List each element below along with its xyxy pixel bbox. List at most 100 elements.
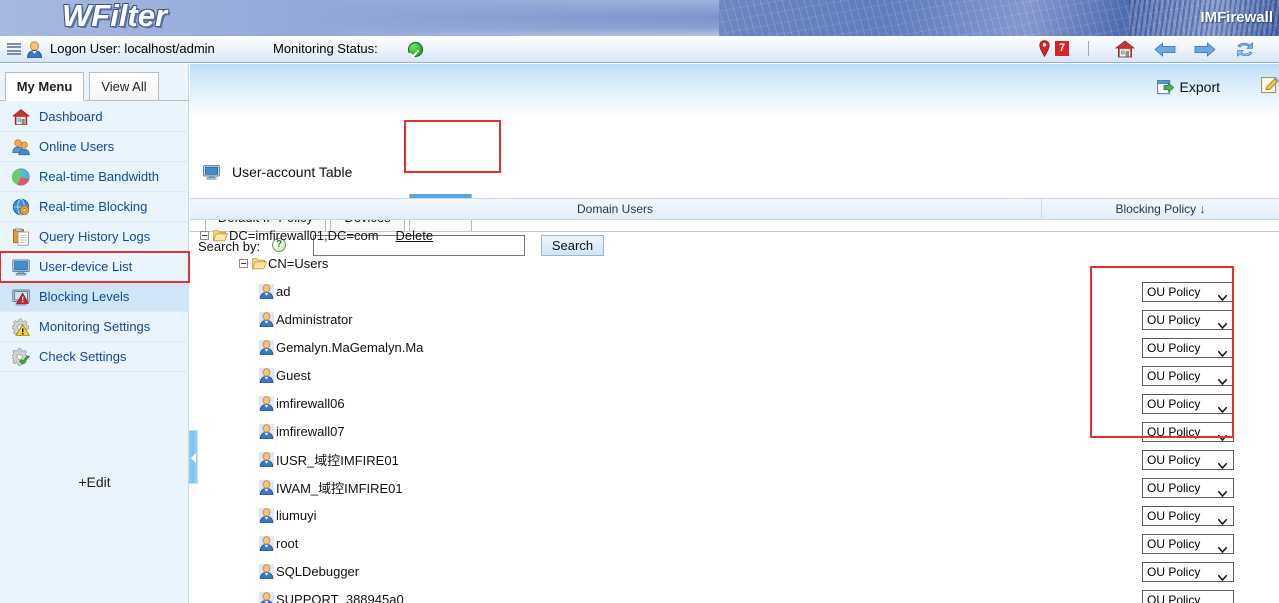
tree-node-label[interactable]: imfirewall06 (276, 396, 345, 411)
tree-node-label[interactable]: CN=Users (268, 256, 328, 271)
collapse-expander-icon[interactable] (239, 258, 248, 268)
pin-icon[interactable] (1039, 40, 1050, 58)
table-row: Guest OU Policy (190, 361, 1279, 389)
tree-node: Administrator (259, 305, 353, 333)
house-icon (12, 108, 30, 126)
table-row: CN=Users (190, 249, 1279, 277)
blocking-policy-select-wrapper: OU Policy (1142, 506, 1234, 526)
blocking-policy-select-wrapper: OU Policy (1142, 534, 1234, 554)
blocking-policy-select[interactable]: OU Policy (1142, 422, 1234, 442)
column-header-blocking-policy[interactable]: Blocking Policy ↓ (1041, 199, 1279, 220)
sidebar-item-monitoring-settings[interactable]: Monitoring Settings (0, 312, 189, 342)
gear-check-icon (10, 347, 30, 366)
column-header-domain-users[interactable]: Domain Users (190, 199, 1040, 220)
sidebar: My Menu View All Dashboard Online Users … (0, 64, 190, 603)
sidebar-item-real-time-bandwidth[interactable]: Real-time Bandwidth (0, 162, 189, 192)
user-account-tree: DC=imfirewall01,DC=com Delete CN=Users ad OU… (190, 221, 1279, 603)
sidebar-item-blocking-levels[interactable]: Blocking Levels (0, 282, 189, 312)
refresh-icon[interactable] (1235, 41, 1255, 58)
sidebar-item-dashboard[interactable]: Dashboard (0, 102, 189, 132)
blocking-policy-select[interactable]: OU Policy (1142, 562, 1234, 582)
tree-node-label[interactable]: Gemalyn.MaGemalyn.Ma (276, 340, 423, 355)
sidebar-tab-view-all[interactable]: View All (89, 72, 159, 101)
sidebar-item-label: Query History Logs (39, 229, 151, 244)
monitor-alert-icon (12, 288, 30, 306)
tree-node-label[interactable]: SQLDebugger (276, 564, 359, 579)
tree-node-label[interactable]: ad (276, 284, 290, 299)
table-row: IWAM_域控IMFIRE01 OU Policy (190, 473, 1279, 501)
tree-node: IWAM_域控IMFIRE01 (259, 473, 403, 501)
table-row: ad OU Policy (190, 277, 1279, 305)
delete-link[interactable]: Delete (396, 228, 434, 243)
blocking-policy-select[interactable]: OU Policy (1142, 394, 1234, 414)
tree-node-label[interactable]: IUSR_域控IMFIRE01 (276, 450, 399, 469)
user-icon (26, 41, 43, 59)
blocking-policy-select[interactable]: OU Policy (1142, 534, 1234, 554)
blocking-policy-select-wrapper: OU Policy (1142, 590, 1234, 603)
blocking-policy-select-wrapper: OU Policy (1142, 562, 1234, 582)
page-title-row: User-account Table (203, 164, 352, 180)
edit-menu-link[interactable]: +Edit (0, 474, 189, 490)
blocking-policy-select[interactable]: OU Policy (1142, 366, 1234, 386)
tree-node-label[interactable]: Administrator (276, 312, 353, 327)
tree-node: imfirewall06 (259, 389, 345, 417)
blocking-policy-select[interactable]: OU Policy (1142, 282, 1234, 302)
table-row: root OU Policy (190, 529, 1279, 557)
table-row: SQLDebugger OU Policy (190, 557, 1279, 585)
sidebar-item-label: Blocking Levels (39, 289, 130, 304)
home-icon[interactable] (1114, 40, 1136, 58)
hamburger-icon[interactable] (7, 43, 21, 55)
tree-node: SUPPORT_388945a0 (259, 585, 404, 603)
sidebar-item-real-time-blocking[interactable]: Real-time Blocking (0, 192, 189, 222)
blocking-policy-select-wrapper: OU Policy (1142, 282, 1234, 302)
table-row: imfirewall06 OU Policy (190, 389, 1279, 417)
user-icon (259, 535, 274, 551)
table-row: Gemalyn.MaGemalyn.Ma OU Policy (190, 333, 1279, 361)
globe-gear-icon (12, 198, 30, 216)
blocking-policy-select[interactable]: OU Policy (1142, 338, 1234, 358)
back-arrow-icon[interactable] (1154, 42, 1176, 57)
status-toolbar: 7 (1039, 36, 1279, 63)
user-icon (259, 563, 274, 579)
blocking-policy-select[interactable]: OU Policy (1142, 450, 1234, 470)
main-header-gradient (190, 64, 1279, 118)
tree-node-label[interactable]: IWAM_域控IMFIRE01 (276, 478, 403, 497)
tree-node-label[interactable]: liumuyi (276, 508, 316, 523)
blocking-policy-select[interactable]: OU Policy (1142, 310, 1234, 330)
export-label: Export (1179, 79, 1220, 95)
tree-node-label[interactable]: imfirewall07 (276, 424, 345, 439)
tree-node-label[interactable]: Guest (276, 368, 311, 383)
tree-node: SQLDebugger (259, 557, 359, 585)
sidebar-item-online-users[interactable]: Online Users (0, 132, 189, 162)
user-icon (259, 507, 274, 523)
blocking-policy-select[interactable]: OU Policy (1142, 478, 1234, 498)
blocking-policy-select-wrapper: OU Policy (1142, 478, 1234, 498)
sidebar-tabs: My Menu View All (0, 72, 189, 101)
pie-chart-icon (11, 168, 30, 186)
tree-node: CN=Users (239, 249, 328, 277)
tree-node-label[interactable]: root (276, 536, 298, 551)
user-icon (259, 479, 274, 495)
tree-node: imfirewall07 (259, 417, 345, 445)
blocking-policy-select[interactable]: OU Policy (1142, 590, 1234, 603)
sidebar-collapse-handle[interactable] (189, 430, 198, 484)
tree-node-label[interactable]: SUPPORT_388945a0 (276, 592, 404, 603)
toolbar-separator (1088, 41, 1089, 56)
blocking-policy-select[interactable]: OU Policy (1142, 506, 1234, 526)
pin-badge-count: 7 (1055, 41, 1069, 56)
sidebar-item-user-device-list[interactable]: User-device List (0, 251, 190, 283)
user-icon (259, 395, 274, 411)
pencil-icon[interactable] (1261, 77, 1279, 94)
forward-arrow-icon[interactable] (1194, 42, 1216, 57)
table-row: SUPPORT_388945a0 OU Policy (190, 585, 1279, 603)
collapse-expander-icon[interactable] (200, 230, 209, 240)
blocking-policy-select-wrapper: OU Policy (1142, 310, 1234, 330)
sidebar-item-query-history-logs[interactable]: Query History Logs (0, 222, 189, 252)
export-button[interactable]: Export (1156, 77, 1220, 97)
tree-node-label[interactable]: DC=imfirewall01,DC=com (229, 228, 379, 243)
sidebar-tab-my-menu[interactable]: My Menu (5, 72, 84, 101)
tree-node: Guest (259, 361, 311, 389)
sidebar-item-check-settings[interactable]: Check Settings (0, 342, 189, 372)
export-icon (1156, 79, 1174, 95)
gear-warning-icon (11, 318, 31, 336)
